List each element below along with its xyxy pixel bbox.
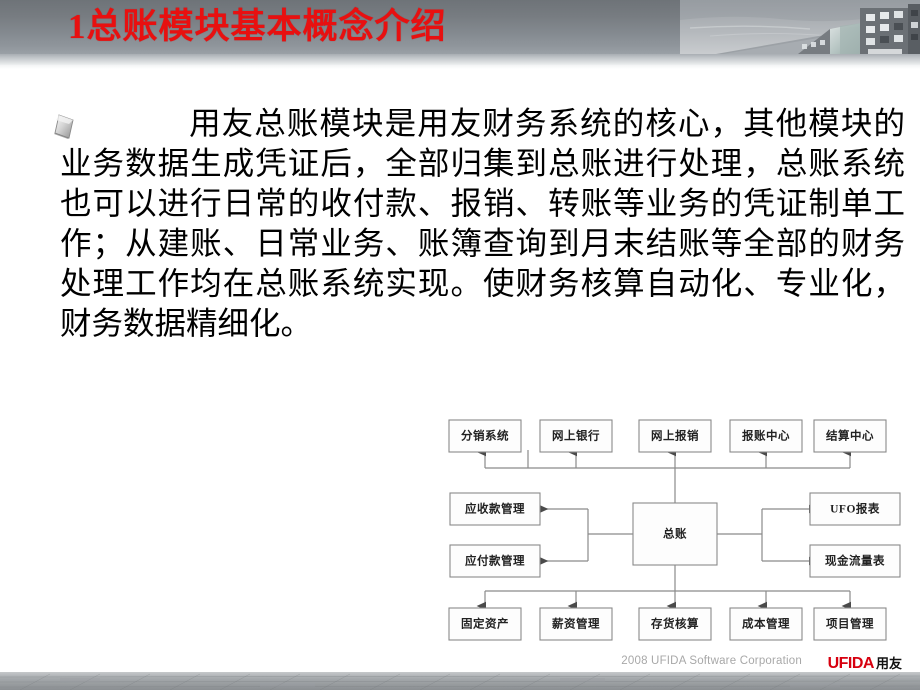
diagram-box-label: 网上银行: [552, 429, 600, 443]
ufida-logo: UFIDA 用友: [828, 653, 902, 673]
diagram-box-bottom-4: 项目管理: [813, 607, 887, 641]
diagram-box-label: 应收款管理: [465, 502, 525, 516]
footer-copyright: 2008 UFIDA Software Corporation: [621, 655, 802, 667]
diagram-box-label: 报账中心: [742, 429, 790, 443]
diagram-box-label: 现金流量表: [825, 554, 885, 568]
diagram-box-top-4: 结算中心: [813, 419, 887, 453]
ufida-logo-brand-cn: 用友: [875, 656, 902, 671]
diagram-box-label: 结算中心: [825, 429, 874, 443]
header-divider-band: [0, 54, 920, 65]
diagram-box-top-1: 网上银行: [539, 419, 613, 453]
diagram-box-label: UFO报表: [830, 502, 880, 516]
diagram-box-left-0: 应收款管理: [449, 492, 541, 526]
diagram-box-bottom-3: 成本管理: [729, 607, 803, 641]
diagram-box-top-0: 分销系统: [448, 419, 522, 453]
diagram-box-label: 项目管理: [826, 617, 874, 631]
slide-header: 1总账模块基本概念介绍: [0, 0, 920, 54]
diagram-box-label: 总账: [663, 527, 687, 541]
diagram-box-bottom-0: 固定资产: [448, 607, 522, 641]
page-title: 1总账模块基本概念介绍: [68, 7, 447, 46]
diagram-box-left-1: 应付款管理: [449, 544, 541, 578]
diagram-box-top-2: 网上报销: [638, 419, 712, 453]
diagram-box-label: 存货核算: [651, 617, 699, 631]
diagram-box-bottom-1: 薪资管理: [539, 607, 613, 641]
general-ledger-architecture-diagram: 分销系统 网上银行 网上报销 报账中心 结算中心 应收款管理 应付款管理 总账 …: [436, 414, 914, 646]
diagram-box-label: 分销系统: [461, 429, 509, 443]
diagram-box-label: 薪资管理: [552, 617, 600, 631]
diagram-box-top-3: 报账中心: [729, 419, 803, 453]
body-paragraph-text: 用友总账模块是用友财务系统的核心，其他模块的业务数据生成凭证后，全部归集到总账进…: [60, 106, 905, 341]
building-photo: [680, 0, 920, 54]
diagram-box-bottom-2: 存货核算: [638, 607, 712, 641]
diagram-box-label: 成本管理: [742, 617, 790, 631]
diagram-box-right-0: UFO报表: [809, 492, 901, 526]
diagram-box-label: 固定资产: [461, 617, 509, 631]
diagram-box-label: 网上报销: [651, 429, 699, 443]
ufida-logo-brand: UFIDA: [827, 655, 875, 672]
diagram-box-right-1: 现金流量表: [809, 544, 901, 578]
diagram-box-center: 总账: [632, 502, 718, 566]
header-divider-shadow: [0, 65, 920, 69]
body-paragraph: 用友总账模块是用友财务系统的核心，其他模块的业务数据生成凭证后，全部归集到总账进…: [60, 104, 905, 344]
footer-pavement-strip: [0, 672, 920, 690]
diagram-box-label: 应付款管理: [465, 554, 525, 568]
